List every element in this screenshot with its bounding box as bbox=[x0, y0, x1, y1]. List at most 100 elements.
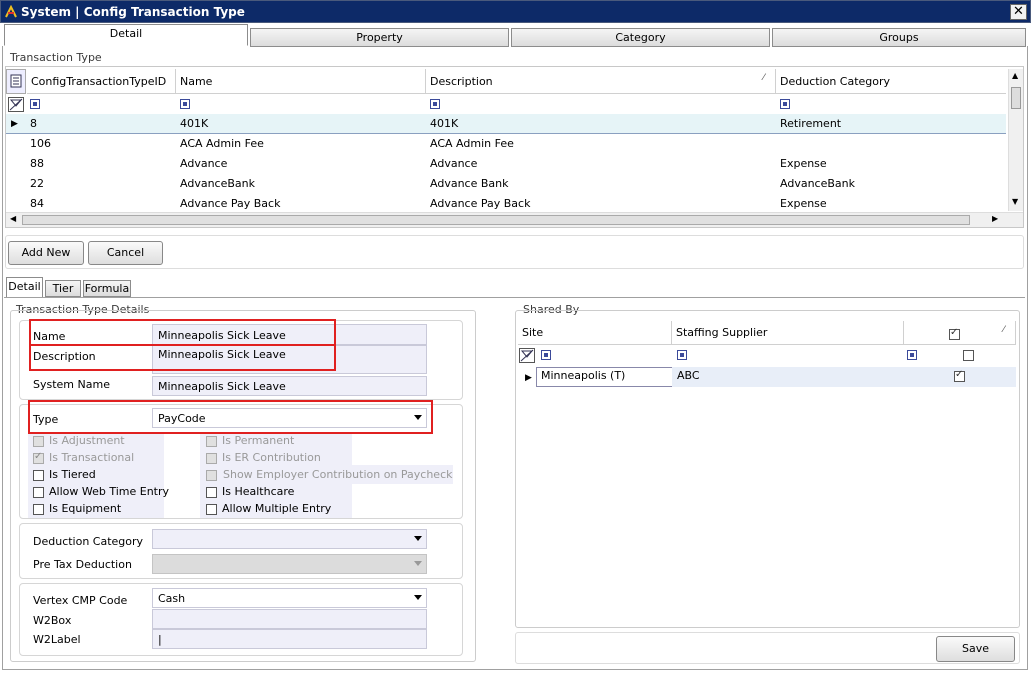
allow-web-time-label: Allow Web Time Entry bbox=[49, 485, 170, 498]
window-title: System | Config Transaction Type bbox=[21, 5, 245, 19]
table-cell: 401K bbox=[430, 117, 459, 130]
pre-tax-dropdown[interactable] bbox=[152, 554, 427, 574]
is-permanent-label: Is Permanent bbox=[222, 434, 295, 447]
scroll-up-icon[interactable]: ▲ bbox=[1012, 71, 1018, 80]
cancel-button[interactable]: Cancel bbox=[88, 241, 163, 265]
is-healthcare-label: Is Healthcare bbox=[222, 485, 295, 498]
deduction-category-label: Deduction Category bbox=[33, 535, 144, 548]
shared-header-site[interactable]: Site bbox=[518, 321, 672, 345]
table-row[interactable]: 88 Advance Advance Expense bbox=[6, 154, 1006, 174]
scroll-down-icon[interactable]: ▼ bbox=[1012, 197, 1018, 206]
w2box-label: W2Box bbox=[33, 614, 72, 627]
system-name-label: System Name bbox=[33, 378, 110, 391]
table-cell: ACA Admin Fee bbox=[430, 137, 514, 150]
shared-header-check-col[interactable] bbox=[904, 321, 1016, 345]
table-cell: ACA Admin Fee bbox=[180, 137, 264, 150]
deduction-category-dropdown[interactable] bbox=[152, 529, 427, 549]
grid-rows: ▶ 8 401K 401K Retirement 106 ACA Admin Fee ACA … bbox=[6, 114, 1006, 210]
close-button[interactable]: ✕ bbox=[1010, 4, 1027, 20]
pre-tax-label: Pre Tax Deduction bbox=[33, 558, 132, 571]
tab-category[interactable]: Category bbox=[511, 28, 770, 47]
tab-groups[interactable]: Groups bbox=[772, 28, 1026, 47]
w2label-field[interactable]: | bbox=[152, 629, 427, 649]
w2box-field[interactable] bbox=[152, 609, 427, 629]
shared-header-supplier[interactable]: Staffing Supplier bbox=[672, 321, 904, 345]
column-header-deduction-category[interactable]: Deduction Category bbox=[776, 69, 1006, 94]
is-equipment-checkbox[interactable] bbox=[33, 504, 44, 515]
scroll-right-icon[interactable]: ▶ bbox=[992, 214, 998, 223]
column-chooser-icon[interactable] bbox=[6, 69, 26, 94]
is-equipment-label: Is Equipment bbox=[49, 502, 122, 515]
table-row[interactable]: ▶ 8 401K 401K Retirement bbox=[6, 114, 1006, 134]
save-button[interactable]: Save bbox=[936, 636, 1015, 662]
table-cell: AdvanceBank bbox=[180, 177, 255, 190]
highlight-type bbox=[28, 400, 433, 434]
shared-filter-clear-icon[interactable] bbox=[519, 348, 535, 363]
horizontal-scrollbar[interactable]: ◀ ▶ bbox=[6, 212, 1023, 227]
shared-row-site[interactable]: Minneapolis (T) bbox=[541, 369, 625, 382]
vertex-label: Vertex CMP Code bbox=[33, 594, 128, 607]
is-transactional-checkbox bbox=[33, 451, 44, 464]
table-cell: 401K bbox=[180, 117, 209, 130]
table-cell: Retirement bbox=[780, 117, 842, 130]
shared-group bbox=[515, 310, 1020, 628]
is-permanent-checkbox bbox=[206, 436, 217, 447]
shared-header-checkbox[interactable] bbox=[949, 327, 960, 340]
tab-property[interactable]: Property bbox=[250, 28, 509, 47]
allow-web-time-checkbox[interactable] bbox=[33, 487, 44, 498]
chevron-down-icon bbox=[414, 536, 422, 541]
shared-filter-check-icon[interactable] bbox=[907, 350, 917, 360]
is-adjustment-checkbox bbox=[33, 436, 44, 447]
table-cell: Advance Pay Back bbox=[180, 197, 281, 210]
vertical-scrollbar[interactable]: ▲ ▼ bbox=[1008, 69, 1023, 211]
add-new-button[interactable]: Add New bbox=[8, 241, 84, 265]
table-row[interactable]: 84 Advance Pay Back Advance Pay Back Expens… bbox=[6, 194, 1006, 210]
column-header-description[interactable]: Description bbox=[426, 69, 776, 94]
filter-clear-icon[interactable] bbox=[8, 97, 24, 112]
column-header-name[interactable]: Name bbox=[176, 69, 426, 94]
vertex-value: Cash bbox=[158, 592, 186, 605]
table-row[interactable]: 22 AdvanceBank Advance Bank AdvanceBank bbox=[6, 174, 1006, 194]
is-tiered-checkbox[interactable] bbox=[33, 470, 44, 481]
tab-detail[interactable]: Detail bbox=[4, 24, 248, 46]
sort-indicator-icon: ⁄ bbox=[1003, 325, 1005, 335]
shared-filter-checkbox[interactable] bbox=[963, 350, 974, 361]
grid-group-label: Transaction Type bbox=[10, 51, 102, 64]
shared-row-checkbox[interactable] bbox=[954, 369, 965, 382]
shared-filter-site-icon[interactable] bbox=[541, 350, 551, 360]
filter-description-icon[interactable] bbox=[430, 99, 440, 109]
sort-indicator-icon: ⁄ bbox=[763, 73, 765, 83]
hscroll-thumb[interactable] bbox=[22, 215, 970, 225]
app-icon bbox=[5, 5, 17, 18]
show-employer-label: Show Employer Contribution on Paycheck bbox=[223, 468, 453, 481]
w2label-label: W2Label bbox=[33, 633, 81, 646]
table-cell: Advance Bank bbox=[430, 177, 509, 190]
table-cell: 88 bbox=[30, 157, 44, 170]
filter-id-icon[interactable] bbox=[30, 99, 40, 109]
filter-name-icon[interactable] bbox=[180, 99, 190, 109]
system-name-field[interactable]: Minneapolis Sick Leave bbox=[152, 376, 427, 396]
is-healthcare-checkbox[interactable] bbox=[206, 487, 217, 498]
allow-multiple-checkbox[interactable] bbox=[206, 504, 217, 515]
subtab-detail[interactable]: Detail bbox=[6, 277, 43, 298]
scroll-left-icon[interactable]: ◀ bbox=[10, 214, 16, 223]
is-er-contribution-label: Is ER Contribution bbox=[222, 451, 321, 464]
filter-deduction-icon[interactable] bbox=[780, 99, 790, 109]
table-row[interactable]: 106 ACA Admin Fee ACA Admin Fee bbox=[6, 134, 1006, 154]
table-cell: Advance bbox=[180, 157, 228, 170]
vertex-dropdown[interactable]: Cash bbox=[152, 588, 427, 608]
shared-filter-supplier-icon[interactable] bbox=[677, 350, 687, 360]
is-adjustment-label: Is Adjustment bbox=[49, 434, 125, 447]
subtab-tier[interactable]: Tier bbox=[45, 280, 81, 297]
transaction-type-grid: ConfigTransactionTypeID Name Description… bbox=[5, 66, 1024, 228]
shared-row-supplier[interactable]: ABC bbox=[677, 369, 700, 382]
is-transactional-label: Is Transactional bbox=[49, 451, 135, 464]
subtab-formula[interactable]: Formula bbox=[83, 280, 131, 297]
scroll-thumb[interactable] bbox=[1011, 87, 1021, 109]
table-cell: Advance bbox=[430, 157, 478, 170]
column-header-id[interactable]: ConfigTransactionTypeID bbox=[27, 69, 176, 94]
highlight-divider bbox=[31, 344, 334, 346]
title-bar: System | Config Transaction Type ✕ bbox=[0, 0, 1031, 23]
show-employer-checkbox bbox=[206, 470, 217, 481]
chevron-down-icon bbox=[414, 561, 422, 566]
